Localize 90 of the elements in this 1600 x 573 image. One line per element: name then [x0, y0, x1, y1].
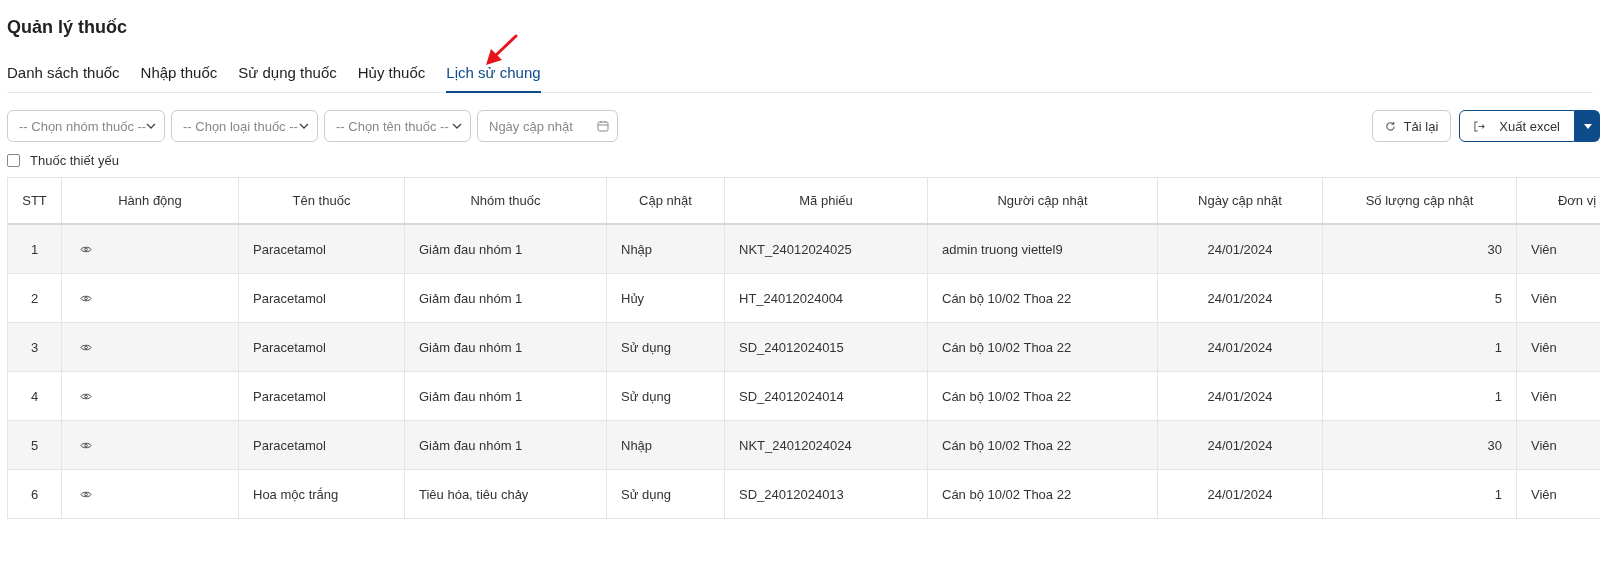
table-cell: 24/01/2024 — [1157, 420, 1323, 470]
arrow-icon — [483, 34, 519, 68]
table-cell: 5 — [7, 420, 62, 470]
view-icon[interactable] — [80, 293, 92, 303]
table-cell: Hủy — [606, 273, 725, 323]
table-cell: Cán bộ 10/02 Thoa 22 — [927, 469, 1158, 519]
table-cell: Viên — [1516, 322, 1600, 372]
table-cell: Paracetamol — [238, 371, 405, 421]
calendar-icon — [597, 120, 609, 132]
column-header: Ngày cập nhật — [1157, 177, 1323, 224]
table-cell: SD_24012024013 — [724, 469, 928, 519]
view-icon[interactable] — [80, 342, 92, 352]
table-cell: 24/01/2024 — [1157, 322, 1323, 372]
table-cell: 24/01/2024 — [1157, 224, 1323, 274]
export-button[interactable]: Xuất excel — [1459, 110, 1575, 142]
dropdown-field[interactable]: -- Chọn nhóm thuốc -- — [7, 110, 165, 142]
checkbox[interactable] — [7, 153, 20, 167]
column-header: Đơn vị — [1516, 177, 1600, 224]
table-cell: Cán bộ 10/02 Thoa 22 — [927, 420, 1158, 470]
dropdown-field[interactable]: -- Chọn tên thuốc -- — [324, 110, 471, 142]
table-cell: Sử dụng — [606, 469, 725, 519]
table-cell: 24/01/2024 — [1157, 273, 1323, 323]
table-cell: 2 — [7, 273, 62, 323]
view-icon[interactable] — [80, 440, 92, 450]
table-cell: Paracetamol — [238, 322, 405, 372]
table-cell: Cán bộ 10/02 Thoa 22 — [927, 273, 1158, 323]
view-icon[interactable] — [80, 489, 92, 499]
table-cell: 30 — [1322, 224, 1517, 274]
chevron-down-icon — [452, 123, 462, 129]
table-cell: 1 — [1322, 371, 1517, 421]
tab[interactable]: Danh sách thuốc — [7, 64, 120, 93]
column-header: STT — [7, 177, 62, 224]
table-cell: 4 — [7, 371, 62, 421]
dropdown-field[interactable]: -- Chọn loại thuốc -- — [171, 110, 318, 142]
column-header: Mã phiếu — [724, 177, 928, 224]
table-cell: admin truong viettel9 — [927, 224, 1158, 274]
table-cell: Hoa mộc trắng — [238, 469, 405, 519]
table-cell: Cán bộ 10/02 Thoa 22 — [927, 322, 1158, 372]
reload-button[interactable]: Tải lại — [1371, 110, 1452, 142]
checkbox-label: Thuốc thiết yếu — [30, 152, 119, 168]
page-title: Quản lý thuốc — [7, 16, 127, 38]
table-cell: Giảm đau nhóm 1 — [404, 224, 607, 274]
table-cell: 1 — [7, 224, 62, 274]
tab[interactable]: Nhập thuốc — [140, 64, 218, 93]
table-cell: Sử dụng — [606, 322, 725, 372]
table-cell: Giảm đau nhóm 1 — [404, 371, 607, 421]
tab[interactable]: Lịch sử chung — [446, 64, 541, 93]
table-cell: HT_24012024004 — [724, 273, 928, 323]
table-cell: 3 — [7, 322, 62, 372]
table-cell: SD_24012024015 — [724, 322, 928, 372]
table-cell: Tiêu hóa, tiêu chảy — [404, 469, 607, 519]
table-cell: 1 — [1322, 322, 1517, 372]
table-cell: Giảm đau nhóm 1 — [404, 322, 607, 372]
column-header: Hành động — [61, 177, 239, 224]
table-cell: Paracetamol — [238, 224, 405, 274]
column-header: Số lượng cập nhật — [1322, 177, 1517, 224]
column-header: Người cập nhật — [927, 177, 1158, 224]
chevron-down-icon — [146, 123, 157, 129]
table-cell: Nhập — [606, 224, 725, 274]
table-cell: Giảm đau nhóm 1 — [404, 273, 607, 323]
table-cell: Paracetamol — [238, 273, 405, 323]
table-cell: Cán bộ 10/02 Thoa 22 — [927, 371, 1158, 421]
caret-icon — [1583, 123, 1592, 129]
tab[interactable]: Hủy thuốc — [357, 64, 426, 93]
column-header: Nhóm thuốc — [404, 177, 607, 224]
date-field[interactable]: Ngày cập nhật — [477, 110, 618, 142]
table-cell: NKT_24012024025 — [724, 224, 928, 274]
table-cell: Viên — [1516, 224, 1600, 274]
table-cell: 24/01/2024 — [1157, 469, 1323, 519]
table-cell: Viên — [1516, 420, 1600, 470]
table-cell: 24/01/2024 — [1157, 371, 1323, 421]
tab[interactable]: Sử dụng thuốc — [238, 64, 337, 93]
column-header: Cập nhật — [606, 177, 725, 224]
view-icon[interactable] — [80, 391, 92, 401]
table-cell: 6 — [7, 469, 62, 519]
table-cell: 30 — [1322, 420, 1517, 470]
column-header: Tên thuốc — [238, 177, 405, 224]
table-cell: 5 — [1322, 273, 1517, 323]
chevron-down-icon — [299, 123, 309, 129]
table-cell: Sử dụng — [606, 371, 725, 421]
view-icon[interactable] — [80, 244, 92, 254]
table-cell: Paracetamol — [238, 420, 405, 470]
export-icon — [1474, 120, 1486, 132]
table-cell: Nhập — [606, 420, 725, 470]
table-cell: NKT_24012024024 — [724, 420, 928, 470]
table-cell: 1 — [1322, 469, 1517, 519]
refresh-icon — [1384, 120, 1396, 132]
table-cell: Giảm đau nhóm 1 — [404, 420, 607, 470]
dropdown-button[interactable] — [1575, 110, 1600, 142]
table-cell: SD_24012024014 — [724, 371, 928, 421]
